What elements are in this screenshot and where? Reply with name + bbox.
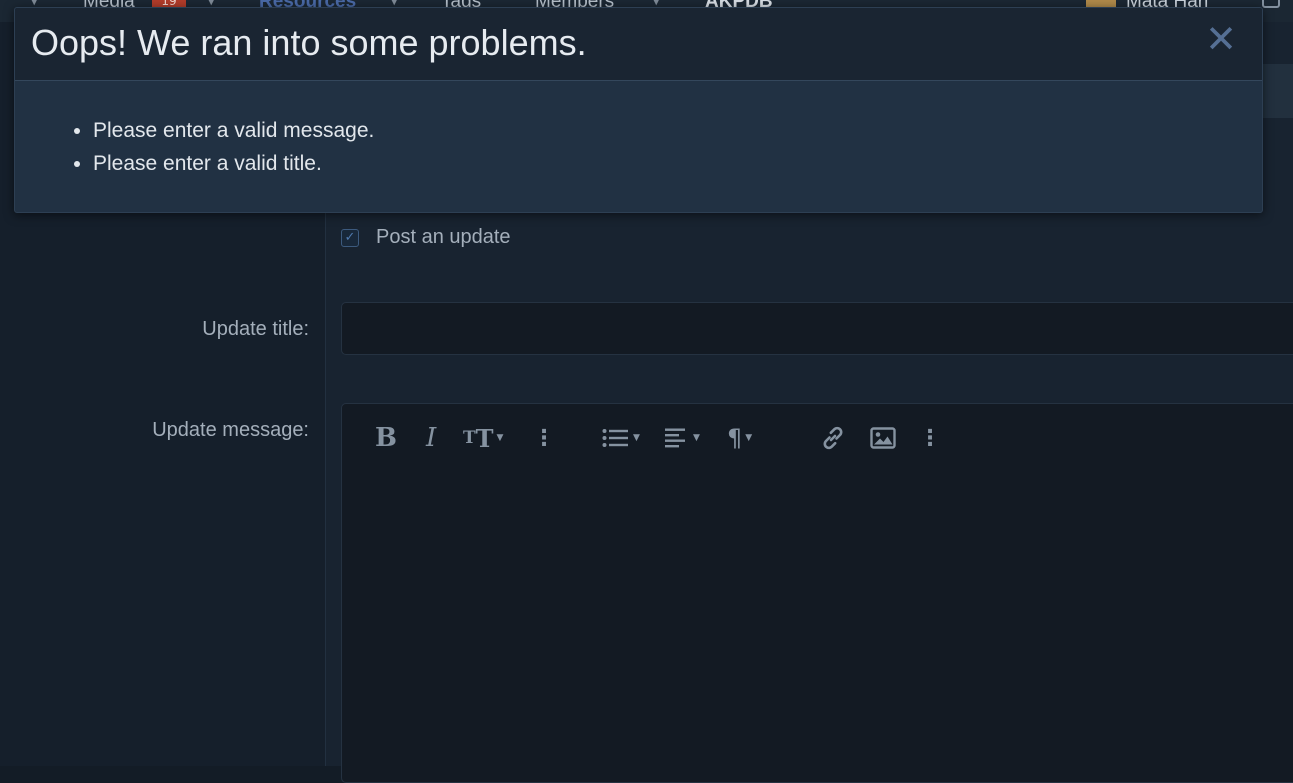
- error-overlay: Oops! We ran into some problems. ✕ Pleas…: [14, 7, 1263, 213]
- update-message-editor[interactable]: [341, 403, 1293, 783]
- update-message-label: Update message:: [152, 419, 309, 441]
- update-title-input[interactable]: [341, 302, 1293, 355]
- inbox-icon[interactable]: [1262, 0, 1280, 8]
- nav-badge-media: 19: [152, 0, 186, 8]
- overlay-header: Oops! We ran into some problems. ✕: [15, 8, 1262, 81]
- list-icon[interactable]: ▼: [602, 420, 640, 456]
- post-update-checkbox[interactable]: ✓: [341, 228, 359, 247]
- chevron-down-icon[interactable]: ▼: [207, 0, 215, 7]
- image-icon[interactable]: [870, 420, 896, 456]
- error-list: Please enter a valid message. Please ent…: [47, 114, 374, 180]
- post-update-label[interactable]: Post an update: [376, 226, 511, 249]
- font-size-icon[interactable]: T T ▼: [463, 420, 503, 456]
- overlay-title: Oops! We ran into some problems.: [31, 22, 587, 63]
- error-message: Please enter a valid title.: [93, 147, 374, 180]
- bold-icon[interactable]: B: [375, 420, 397, 456]
- error-message: Please enter a valid message.: [93, 114, 374, 147]
- chevron-down-icon[interactable]: ▼: [390, 0, 398, 7]
- more-options-icon[interactable]: ⋮: [533, 420, 555, 456]
- post-update-row[interactable]: ✓ Post an update: [341, 226, 511, 249]
- chevron-down-icon[interactable]: ▼: [652, 0, 660, 7]
- more-options-icon[interactable]: ⋮: [919, 420, 941, 456]
- italic-icon[interactable]: I: [426, 420, 436, 456]
- close-icon[interactable]: ✕: [1204, 17, 1238, 61]
- paragraph-icon[interactable]: ¶ ▼: [727, 420, 752, 456]
- update-title-label: Update title:: [202, 318, 309, 340]
- link-icon[interactable]: [819, 420, 847, 456]
- chevron-down-icon[interactable]: ▼: [30, 0, 38, 7]
- align-icon[interactable]: ▼: [664, 420, 700, 456]
